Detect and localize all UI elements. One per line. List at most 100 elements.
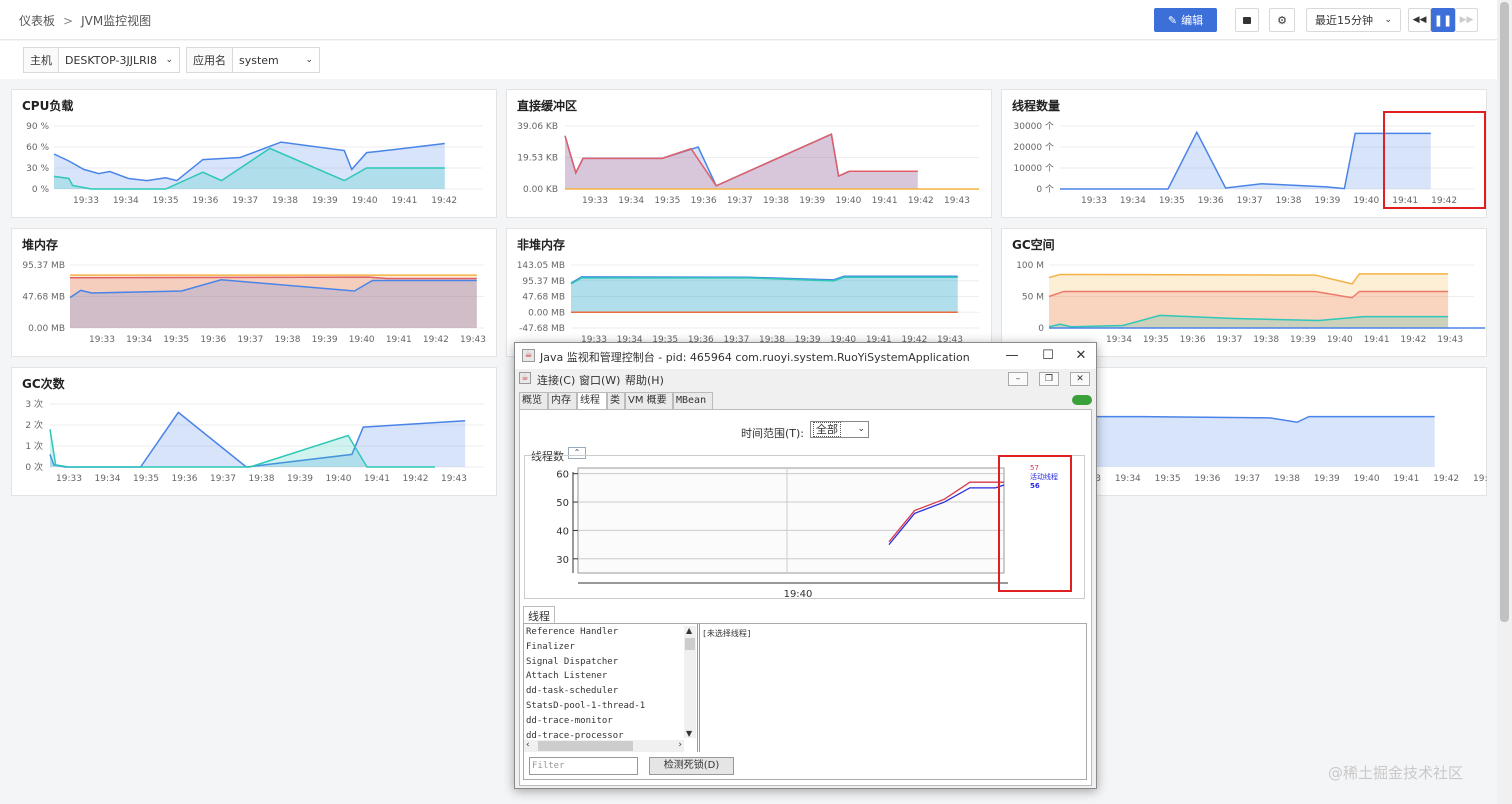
- host-filter[interactable]: 主机 DESKTOP-3JJLRI8 ⌄: [23, 47, 180, 73]
- x-tick-label: 19:39: [287, 474, 313, 484]
- settings-button[interactable]: ⚙: [1269, 8, 1295, 32]
- x-tick-label: 19:36: [691, 196, 717, 206]
- maximize-icon[interactable]: ☐: [1033, 346, 1063, 366]
- x-tick-label: 19:38: [275, 335, 301, 345]
- fullscreen-button[interactable]: [1235, 8, 1259, 32]
- x-tick-label: 19:34: [1115, 474, 1141, 484]
- minimize-icon[interactable]: —: [997, 346, 1027, 366]
- x-tick-label: 19:36: [1198, 196, 1224, 206]
- y-tick-label: 0.00 MB: [528, 308, 565, 318]
- x-tick-label: 19:38: [1276, 196, 1302, 206]
- page-scrollbar[interactable]: [1497, 0, 1512, 804]
- x-tick-label: 19:42: [431, 196, 457, 206]
- x-tick-label: 19:35: [1155, 474, 1181, 484]
- x-tick-label: 19:39: [312, 335, 338, 345]
- gc-count-chart: 3 次 2 次 1 次 0 次 19:33 19:34 19:35 19:36 19:37 19:…: [25, 398, 484, 484]
- app-filter[interactable]: 应用名 system ⌄: [186, 47, 320, 73]
- pause-button[interactable]: ❚❚: [1431, 8, 1455, 32]
- scroll-right-icon[interactable]: ›: [678, 740, 682, 750]
- edit-icon: ✎: [1167, 13, 1178, 27]
- x-tick-label: 19:42: [423, 335, 449, 345]
- y-tick-label: 100 M: [1016, 261, 1044, 271]
- y-tick-label: 40: [556, 526, 569, 537]
- threads-subtab[interactable]: 线程: [523, 606, 555, 623]
- series-area: [565, 134, 918, 189]
- scrollbar-thumb[interactable]: [538, 741, 633, 751]
- x-tick-label: 19:43: [460, 335, 486, 345]
- x-tick-label: 19:40: [326, 474, 352, 484]
- x-tick-label: 19:37: [210, 474, 236, 484]
- tab-mbean[interactable]: MBean: [673, 392, 713, 409]
- thread-list-item[interactable]: dd-trace-monitor: [524, 714, 692, 729]
- x-tick-label: 19:42: [1400, 335, 1426, 345]
- thread-list-item[interactable]: dd-trace-processor: [524, 729, 692, 740]
- x-tick-label: 19:41: [1393, 474, 1419, 484]
- filter-bar: 主机 DESKTOP-3JJLRI8 ⌄ 应用名 system ⌄: [0, 41, 1497, 79]
- x-tick-label: 19:33: [73, 196, 99, 206]
- menu-window[interactable]: 窗口(W): [579, 372, 620, 388]
- connection-status-icon: [1072, 395, 1092, 405]
- thread-list-hscroll[interactable]: ‹ ›: [524, 740, 684, 752]
- jconsole-titlebar[interactable]: ☕ Java 监视和管理控制台 - pid: 465964 com.ruoyi.…: [515, 343, 1096, 369]
- detect-deadlock-button[interactable]: 检测死锁(D): [649, 757, 734, 775]
- y-tick-label: 39.06 KB: [517, 122, 558, 132]
- y-tick-label: 0.00 MB: [28, 324, 65, 334]
- edit-label: 编辑: [1181, 14, 1204, 27]
- tab-vm-summary[interactable]: VM 概要: [625, 392, 673, 409]
- threads-tab-body: 时间范围(T): 全部 ⌄ 线程数 ⌃ 60 50 40 30 19:40 57 活动线程 5…: [519, 409, 1092, 786]
- edit-button[interactable]: ✎ 编辑: [1154, 8, 1217, 32]
- square-icon: [1243, 16, 1251, 24]
- scrollbar-thumb[interactable]: [1500, 2, 1509, 622]
- inner-minimize-icon[interactable]: –: [1008, 372, 1028, 386]
- y-tick-label: 95.37 MB: [22, 261, 65, 271]
- tab-classes[interactable]: 类: [607, 392, 625, 409]
- thread-list-item[interactable]: StatsD-pool-1-thread-1: [524, 699, 692, 714]
- menu-help[interactable]: 帮助(H): [625, 372, 664, 388]
- heap-memory-chart: 95.37 MB 47.68 MB 0.00 MB 19:33 19:34 19:35 19…: [22, 261, 486, 345]
- jconsole-title: Java 监视和管理控制台 - pid: 465964 com.ruoyi.sy…: [540, 351, 970, 364]
- tab-threads[interactable]: 线程: [577, 392, 607, 409]
- thread-list-item[interactable]: dd-task-scheduler: [524, 684, 692, 699]
- y-tick-label: 47.68 MB: [522, 293, 565, 303]
- forward-button[interactable]: ▶▶: [1455, 8, 1478, 32]
- java-cup-icon: ☕: [519, 372, 531, 384]
- x-tick-label: 19:37: [237, 335, 263, 345]
- close-icon[interactable]: ✕: [1066, 346, 1096, 366]
- thread-list-item[interactable]: Signal Dispatcher: [524, 655, 692, 670]
- inner-restore-icon[interactable]: ❐: [1039, 372, 1059, 386]
- menu-connect[interactable]: 连接(C): [537, 372, 575, 388]
- top-bar: 仪表板 > JVM监控视图 ✎ 编辑 ⚙ 最近15分钟 ⌄ ◀◀ ❚❚ ▶▶: [0, 0, 1497, 40]
- y-tick-label: 20000 个: [1014, 142, 1055, 153]
- y-tick-label: 0 次: [25, 461, 43, 473]
- time-range-select[interactable]: 最近15分钟 ⌄: [1306, 8, 1401, 32]
- x-tick-label: 19:37: [1216, 335, 1242, 345]
- thread-list-item[interactable]: Reference Handler: [524, 625, 692, 640]
- thread-list-item[interactable]: Finalizer: [524, 640, 692, 655]
- y-tick-label: 50 M: [1022, 293, 1044, 303]
- jconsole-menubar: ☕ 连接(C) 窗口(W) 帮助(H) – ❐ ✕: [515, 370, 1096, 388]
- filter-placeholder: Filter: [532, 761, 565, 771]
- scrollbar-thumb[interactable]: [685, 638, 695, 650]
- inner-close-icon[interactable]: ✕: [1070, 372, 1090, 386]
- rewind-button[interactable]: ◀◀: [1408, 8, 1431, 32]
- thread-list[interactable]: Reference Handler Finalizer Signal Dispatc…: [524, 625, 692, 740]
- thread-list-item[interactable]: Attach Listener: [524, 669, 692, 684]
- x-tick-label: 19:38: [272, 196, 298, 206]
- tab-memory[interactable]: 内存: [548, 392, 577, 409]
- breadcrumb-home[interactable]: 仪表板: [19, 14, 55, 28]
- splitter[interactable]: [697, 624, 700, 752]
- scroll-up-icon[interactable]: ▲: [686, 626, 692, 635]
- host-value: DESKTOP-3JJLRI8: [65, 53, 158, 67]
- x-tick-label: 19:43: [944, 196, 970, 206]
- tab-overview[interactable]: 概览: [519, 392, 548, 409]
- jconsole-window: ☕ Java 监视和管理控制台 - pid: 465964 com.ruoyi.…: [514, 342, 1097, 789]
- x-tick-label: 19:37: [232, 196, 258, 206]
- filter-input[interactable]: Filter: [529, 757, 638, 775]
- thread-list-vscroll[interactable]: ▲ ▼: [684, 626, 696, 738]
- breadcrumb: 仪表板 > JVM监控视图: [19, 12, 151, 29]
- x-tick-label: 19:43: [1437, 335, 1463, 345]
- scroll-left-icon[interactable]: ‹: [526, 740, 530, 750]
- x-tick-label: 19:41: [386, 335, 412, 345]
- x-tick-label: 19:37: [1237, 196, 1263, 206]
- scroll-down-icon[interactable]: ▼: [686, 729, 692, 738]
